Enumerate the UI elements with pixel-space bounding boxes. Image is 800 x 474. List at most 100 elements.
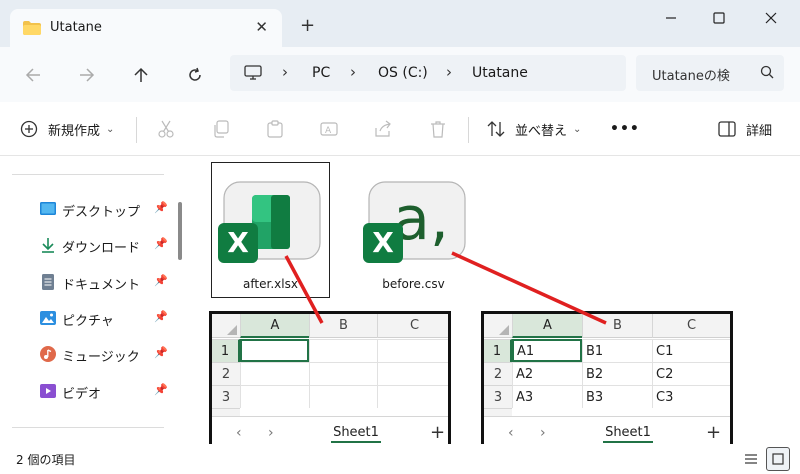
- plus-circle-icon: [20, 120, 38, 138]
- delete-button[interactable]: [429, 102, 447, 156]
- folder-icon: [23, 21, 41, 35]
- share-button[interactable]: [374, 102, 392, 156]
- arrow-right-icon: [80, 68, 95, 82]
- up-button[interactable]: [126, 61, 156, 89]
- file-item-after-xlsx[interactable]: X after.xlsx: [212, 163, 329, 297]
- cell-b2[interactable]: [309, 362, 377, 385]
- tab-utatane[interactable]: Utatane ✕: [10, 9, 282, 47]
- cell-b3[interactable]: [309, 385, 377, 408]
- cell-a3[interactable]: [240, 385, 309, 408]
- more-options-button[interactable]: •••: [610, 102, 640, 156]
- minimize-button[interactable]: [646, 0, 696, 36]
- cell-b3[interactable]: B3: [582, 385, 652, 408]
- breadcrumb-utatane[interactable]: Utatane: [472, 65, 528, 81]
- select-all-icon: [499, 325, 509, 335]
- sidebar-item-label: ミュージック: [62, 350, 140, 365]
- title-bar: Utatane ✕ +: [0, 0, 800, 47]
- cell-a1[interactable]: [240, 339, 309, 362]
- pin-icon[interactable]: 📌: [154, 310, 168, 323]
- address-bar[interactable]: › PC › OS (C:) › Utatane: [230, 55, 626, 91]
- paste-button[interactable]: [266, 102, 284, 156]
- cell-a2[interactable]: A2: [512, 362, 582, 385]
- cut-button[interactable]: [157, 102, 175, 156]
- arrow-up-icon: [134, 67, 148, 82]
- sidebar-item-documents[interactable]: ドキュメント 📌: [38, 267, 178, 297]
- add-sheet-icon[interactable]: +: [706, 422, 721, 443]
- cell-c3[interactable]: [377, 385, 448, 408]
- large-icons-view-button[interactable]: [766, 447, 790, 471]
- details-pane-button[interactable]: 詳細: [718, 102, 772, 156]
- prev-sheet-icon[interactable]: ‹: [508, 425, 514, 441]
- close-tab-icon[interactable]: ✕: [255, 18, 268, 36]
- add-sheet-icon[interactable]: +: [430, 422, 445, 443]
- column-header-b[interactable]: B: [309, 314, 377, 338]
- pin-icon[interactable]: 📌: [154, 346, 168, 359]
- chevron-down-icon: ⌄: [106, 123, 115, 135]
- column-header-c[interactable]: C: [652, 314, 730, 338]
- prev-sheet-icon[interactable]: ‹: [236, 425, 242, 441]
- cell-c1[interactable]: C1: [652, 339, 730, 362]
- pin-icon[interactable]: 📌: [154, 237, 168, 250]
- trash-icon: [431, 121, 445, 138]
- column-header-c[interactable]: C: [377, 314, 448, 338]
- row-header-1[interactable]: 1: [212, 339, 240, 362]
- cell-a3[interactable]: A3: [512, 385, 582, 408]
- row-header-3[interactable]: 3: [484, 385, 512, 408]
- sort-button[interactable]: 並べ替え ⌄: [487, 102, 581, 156]
- forward-button[interactable]: [72, 61, 102, 89]
- new-button-label: 新規作成: [48, 123, 101, 139]
- search-input[interactable]: Utataneの検: [636, 55, 784, 91]
- new-button[interactable]: 新規作成 ⌄: [20, 102, 114, 156]
- row-header-2[interactable]: 2: [484, 362, 512, 385]
- sidebar-scrollbar[interactable]: [178, 202, 182, 260]
- svg-text:X: X: [227, 226, 249, 259]
- minimize-icon: [666, 17, 676, 19]
- chevron-right-icon: ›: [282, 63, 288, 81]
- cell-c3[interactable]: C3: [652, 385, 730, 408]
- cell-a2[interactable]: [240, 362, 309, 385]
- maximize-button[interactable]: [694, 0, 744, 36]
- back-button[interactable]: [18, 61, 48, 89]
- sidebar-item-desktop[interactable]: デスクトップ 📌: [38, 194, 178, 224]
- sidebar-item-music[interactable]: ミュージック 📌: [38, 339, 178, 369]
- download-icon: [42, 238, 54, 253]
- column-header-a[interactable]: A: [240, 314, 309, 338]
- pin-icon[interactable]: 📌: [154, 274, 168, 287]
- row-header-1[interactable]: 1: [484, 339, 512, 362]
- cell-b2[interactable]: B2: [582, 362, 652, 385]
- cell-a1[interactable]: A1: [512, 339, 582, 362]
- copy-button[interactable]: [212, 102, 230, 156]
- row-header-3[interactable]: 3: [212, 385, 240, 408]
- excel-file-icon: X: [218, 181, 321, 263]
- row-header-2[interactable]: 2: [212, 362, 240, 385]
- details-label: 詳細: [746, 123, 773, 139]
- sidebar-item-pictures[interactable]: ピクチャ 📌: [38, 303, 178, 333]
- sidebar-item-downloads[interactable]: ダウンロード 📌: [38, 230, 178, 260]
- column-header-b[interactable]: B: [582, 314, 652, 338]
- refresh-button[interactable]: [180, 61, 210, 89]
- next-sheet-icon[interactable]: ›: [268, 425, 274, 441]
- arrow-left-icon: [25, 68, 40, 82]
- cell-c2[interactable]: C2: [652, 362, 730, 385]
- sidebar-divider: [12, 427, 164, 428]
- search-icon: [760, 65, 774, 79]
- cell-c2[interactable]: [377, 362, 448, 385]
- sidebar-item-videos[interactable]: ビデオ 📌: [38, 376, 178, 406]
- cell-c1[interactable]: [377, 339, 448, 362]
- pin-icon[interactable]: 📌: [154, 383, 168, 396]
- file-item-before-csv[interactable]: a, X before.csv: [355, 163, 472, 297]
- new-tab-button[interactable]: +: [300, 15, 315, 36]
- column-header-a[interactable]: A: [512, 314, 582, 338]
- rename-button[interactable]: A: [320, 102, 338, 156]
- cell-b1[interactable]: [309, 339, 377, 362]
- details-view-icon[interactable]: [744, 453, 758, 465]
- svg-text:X: X: [372, 226, 394, 259]
- close-window-button[interactable]: [746, 0, 796, 36]
- refresh-icon: [189, 67, 201, 81]
- breadcrumb-os-c[interactable]: OS (C:): [378, 65, 428, 81]
- next-sheet-icon[interactable]: ›: [540, 425, 546, 441]
- more-icon: •••: [610, 121, 640, 137]
- pin-icon[interactable]: 📌: [154, 201, 168, 214]
- breadcrumb-pc[interactable]: PC: [312, 65, 330, 81]
- cell-b1[interactable]: B1: [582, 339, 652, 362]
